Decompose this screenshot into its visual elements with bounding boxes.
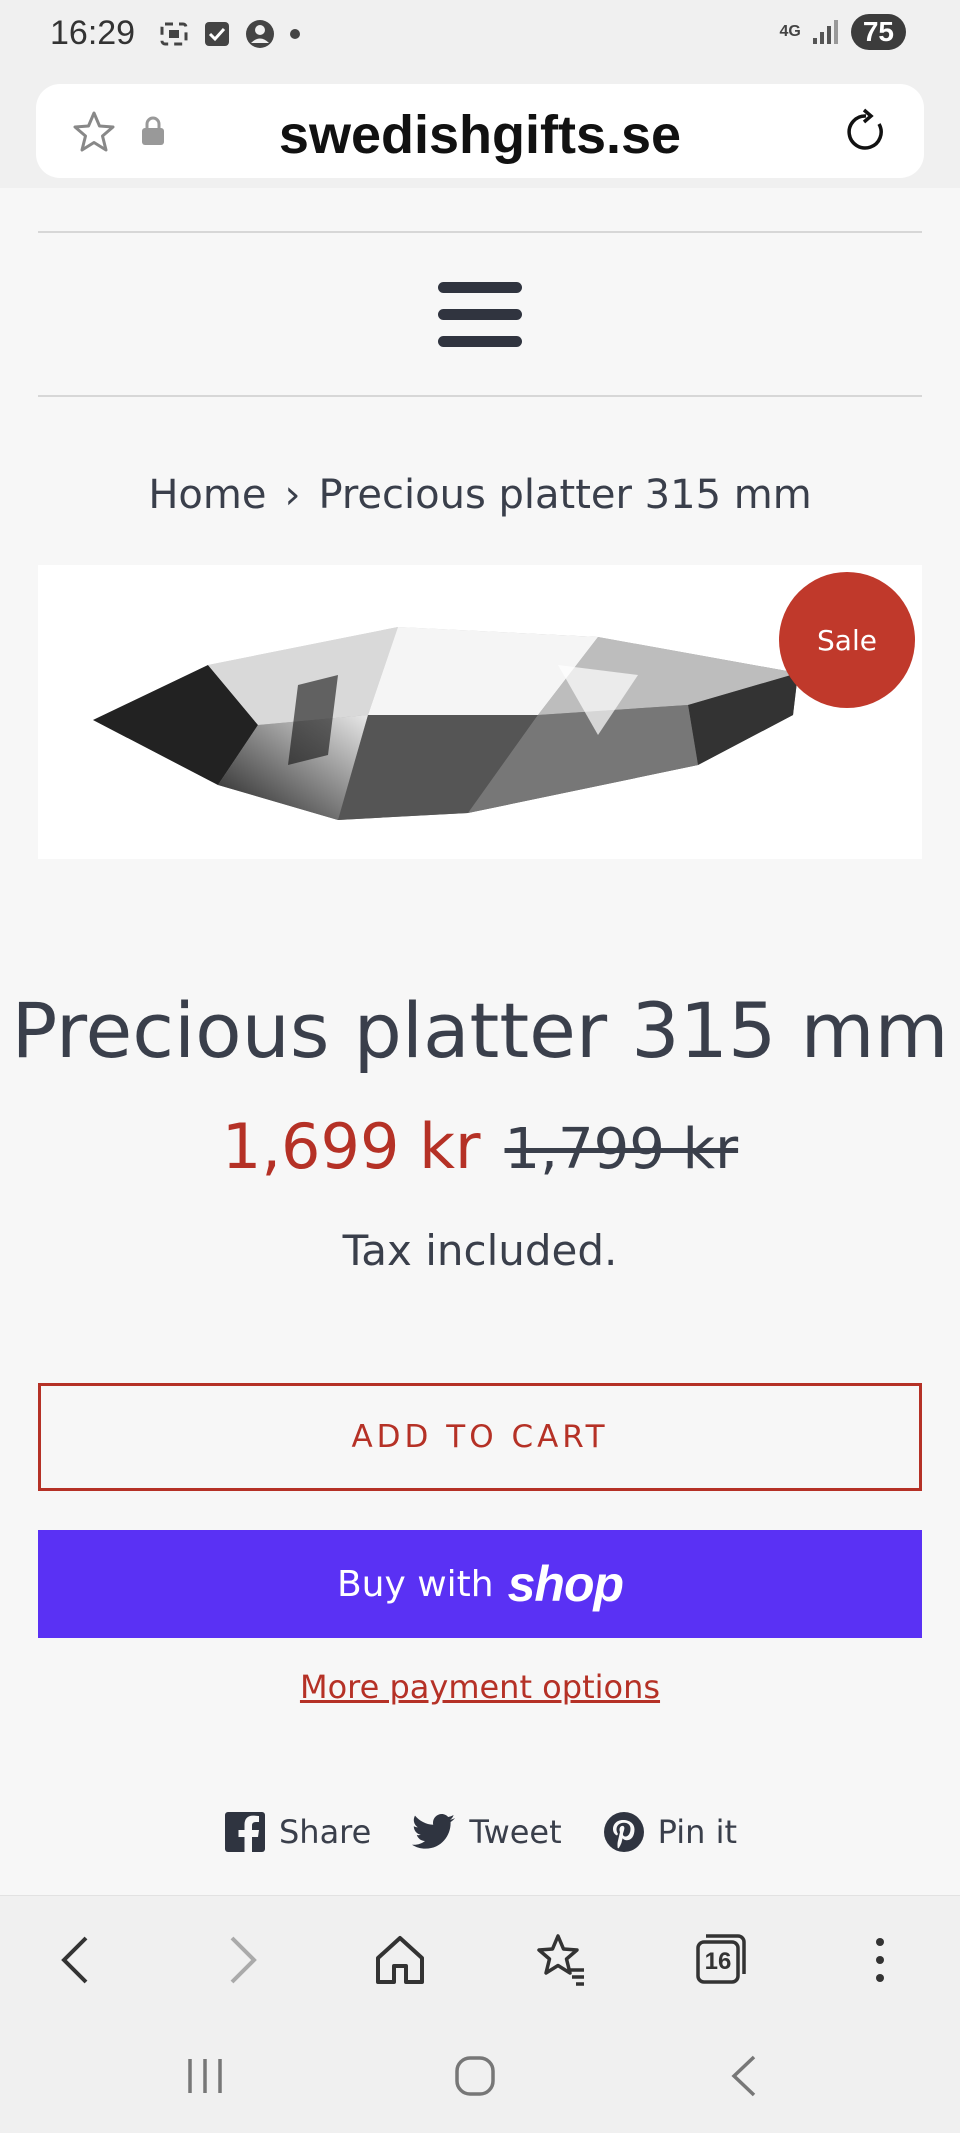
price-row: 1,699 kr 1,799 kr bbox=[0, 1110, 960, 1183]
share-row: Share Tweet Pin it bbox=[0, 1810, 960, 1854]
reload-icon[interactable] bbox=[842, 108, 890, 156]
system-navigation-bar bbox=[0, 2015, 960, 2133]
header-divider-top bbox=[38, 231, 922, 233]
url-text: swedishgifts.se bbox=[278, 105, 682, 165]
screenshot-icon bbox=[160, 22, 188, 46]
network-type: 4G bbox=[779, 23, 801, 40]
pinterest-icon bbox=[603, 1812, 644, 1852]
breadcrumb-home-link[interactable]: Home bbox=[148, 472, 266, 518]
share-facebook-button[interactable]: Share bbox=[223, 1810, 371, 1854]
tax-note: Tax included. bbox=[342, 1226, 618, 1275]
notification-icons bbox=[158, 18, 302, 50]
twitter-icon bbox=[412, 1814, 456, 1849]
share-pinterest-label: Pin it bbox=[657, 1813, 738, 1851]
breadcrumb-current: Precious platter 315 mm bbox=[318, 472, 812, 518]
signal-icon bbox=[812, 20, 838, 44]
header-divider-bottom bbox=[38, 395, 922, 397]
forward-icon[interactable] bbox=[210, 1930, 270, 1990]
share-pinterest-button[interactable]: Pin it bbox=[602, 1810, 737, 1854]
more-options-icon[interactable] bbox=[850, 1930, 910, 1990]
bookmarks-icon[interactable] bbox=[530, 1930, 590, 1990]
product-title: Precious platter 315 mm bbox=[11, 986, 949, 1075]
browser-toolbar: swedishgifts.se bbox=[0, 72, 960, 188]
shop-logo: shop bbox=[507, 1556, 624, 1612]
tabs-button[interactable]: 16 bbox=[690, 1930, 750, 1990]
share-twitter-button[interactable]: Tweet bbox=[411, 1810, 562, 1854]
battery-indicator: 75 bbox=[850, 14, 906, 50]
breadcrumb: Home › Precious platter 315 mm bbox=[0, 472, 960, 518]
checkbox-icon bbox=[205, 22, 229, 46]
system-icons: 4G 75 bbox=[779, 14, 906, 50]
sale-price: 1,699 kr bbox=[221, 1110, 481, 1183]
share-twitter-label: Tweet bbox=[469, 1813, 562, 1851]
account-icon bbox=[246, 20, 274, 48]
add-to-cart-button[interactable]: ADD TO CART bbox=[38, 1383, 922, 1491]
home-nav-icon[interactable] bbox=[450, 2051, 500, 2101]
buy-with-shop-button[interactable]: Buy with shop bbox=[38, 1530, 922, 1638]
facebook-icon bbox=[224, 1812, 265, 1854]
home-icon[interactable] bbox=[370, 1930, 430, 1990]
back-icon[interactable] bbox=[48, 1930, 108, 1990]
recent-apps-icon[interactable] bbox=[180, 2051, 230, 2101]
browser-bottom-toolbar: 16 bbox=[0, 1895, 960, 2015]
hamburger-menu-button[interactable] bbox=[438, 282, 522, 348]
dot-icon bbox=[290, 29, 300, 39]
back-nav-icon[interactable] bbox=[720, 2051, 770, 2101]
buy-with-label: Buy with bbox=[336, 1563, 494, 1605]
breadcrumb-separator: › bbox=[284, 472, 301, 518]
tabs-count: 16 bbox=[704, 1948, 732, 1975]
sale-badge: Sale bbox=[779, 572, 915, 708]
status-time: 16:29 bbox=[50, 14, 136, 52]
address-bar[interactable]: swedishgifts.se bbox=[36, 84, 924, 178]
regular-price: 1,799 kr bbox=[504, 1117, 739, 1182]
more-payment-options-link[interactable]: More payment options bbox=[0, 1668, 960, 1706]
share-facebook-label: Share bbox=[278, 1813, 372, 1851]
status-bar: 16:29 4G 75 bbox=[0, 0, 960, 72]
